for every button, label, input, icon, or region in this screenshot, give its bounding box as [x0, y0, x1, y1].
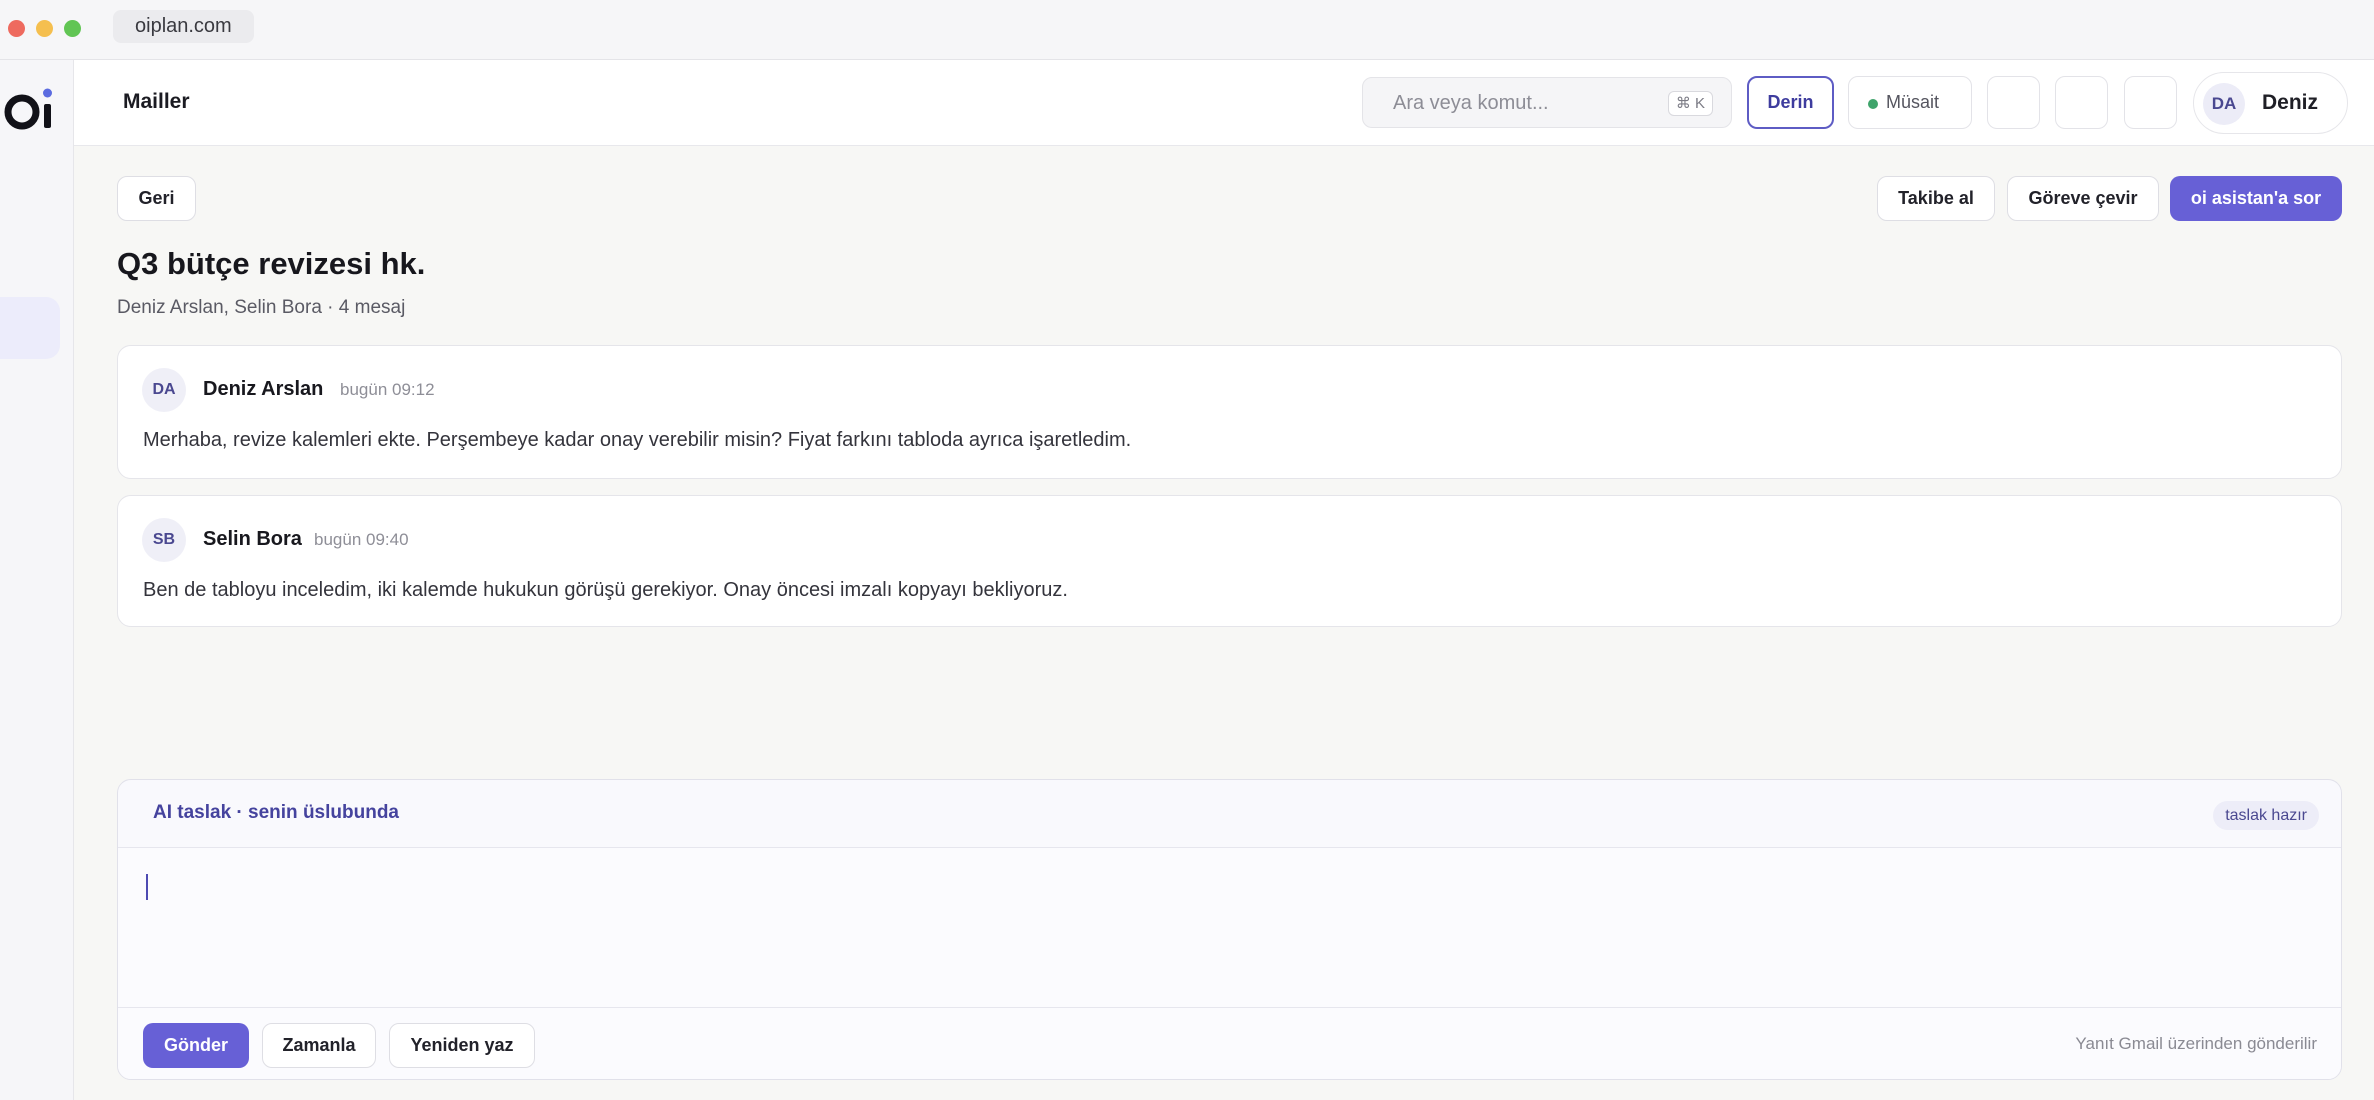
composer-footer: Gönder Zamanla Yeniden yaz Yanıt Gmail ü…	[118, 1007, 2341, 1079]
avatar: SB	[142, 518, 186, 562]
sidebar-item-mail-active[interactable]	[0, 297, 60, 359]
back-button[interactable]: Geri	[117, 176, 196, 221]
thread-title: Q3 bütçe revizesi hk.	[117, 246, 426, 281]
top-bar: Mailler Ara veya komut... ⌘ K Derin Müsa…	[74, 60, 2374, 146]
oi-logo[interactable]	[0, 80, 60, 140]
search-placeholder: Ara veya komut...	[1393, 92, 1549, 114]
toolbar-icon-button-2[interactable]	[2055, 76, 2108, 129]
message-time: bugün 09:40	[314, 530, 409, 549]
reply-composer: AI taslak · senin üslubunda taslak hazır…	[117, 779, 2342, 1080]
message-body: Merhaba, revize kalemleri ekte. Perşembe…	[143, 429, 1132, 451]
composer-title: AI taslak · senin üslubunda	[153, 802, 399, 823]
user-menu[interactable]: DA Deniz	[2193, 72, 2348, 134]
text-caret	[146, 874, 148, 900]
search-input[interactable]: Ara veya komut... ⌘ K	[1362, 77, 1732, 128]
message-card[interactable]: SB Selin Bora bugün 09:40 Ben de tabloyu…	[117, 495, 2342, 627]
rewrite-button[interactable]: Yeniden yaz	[389, 1023, 535, 1068]
toolbar-icon-button-1[interactable]	[1987, 76, 2040, 129]
address-bar[interactable]: oiplan.com	[113, 10, 254, 43]
user-name: Deniz	[2262, 91, 2319, 114]
window-close-button[interactable]	[8, 20, 25, 37]
window-minimize-button[interactable]	[36, 20, 53, 37]
page-title: Mailler	[123, 90, 190, 113]
availability-label: Müsait	[1886, 92, 1940, 112]
schedule-button[interactable]: Zamanla	[262, 1023, 376, 1068]
browser-chrome: oiplan.com	[0, 0, 2374, 60]
ask-assistant-button[interactable]: oi asistan'a sor	[2170, 176, 2342, 221]
window-maximize-button[interactable]	[64, 20, 81, 37]
deep-mode-button[interactable]: Derin	[1747, 76, 1834, 129]
reply-editor[interactable]	[118, 848, 2341, 1007]
message-sender: Deniz Arslan	[203, 378, 324, 400]
message-sender: Selin Bora	[203, 528, 302, 550]
avatar: DA	[2203, 83, 2245, 125]
send-via-note: Yanıt Gmail üzerinden gönderilir	[2075, 1034, 2317, 1053]
message-body: Ben de tabloyu inceledim, iki kalemde hu…	[143, 579, 1068, 601]
thread-participants: Deniz Arslan, Selin Bora · 4 mesaj	[117, 297, 406, 318]
follow-button[interactable]: Takibe al	[1877, 176, 1995, 221]
message-time: bugün 09:12	[340, 380, 435, 399]
message-card[interactable]: DA Deniz Arslan bugün 09:12 Merhaba, rev…	[117, 345, 2342, 479]
availability-button[interactable]: Müsait	[1848, 76, 1972, 129]
composer-header: AI taslak · senin üslubunda taslak hazır	[118, 780, 2341, 848]
send-button[interactable]: Gönder	[143, 1023, 249, 1068]
status-dot-icon	[1868, 99, 1878, 109]
status-badge: taslak hazır	[2213, 801, 2319, 830]
avatar: DA	[142, 368, 186, 412]
convert-to-task-button[interactable]: Göreve çevir	[2007, 176, 2159, 221]
sidebar	[0, 60, 74, 1100]
shortcut-hint: ⌘ K	[1667, 91, 1713, 116]
toolbar-icon-button-3[interactable]	[2124, 76, 2177, 129]
